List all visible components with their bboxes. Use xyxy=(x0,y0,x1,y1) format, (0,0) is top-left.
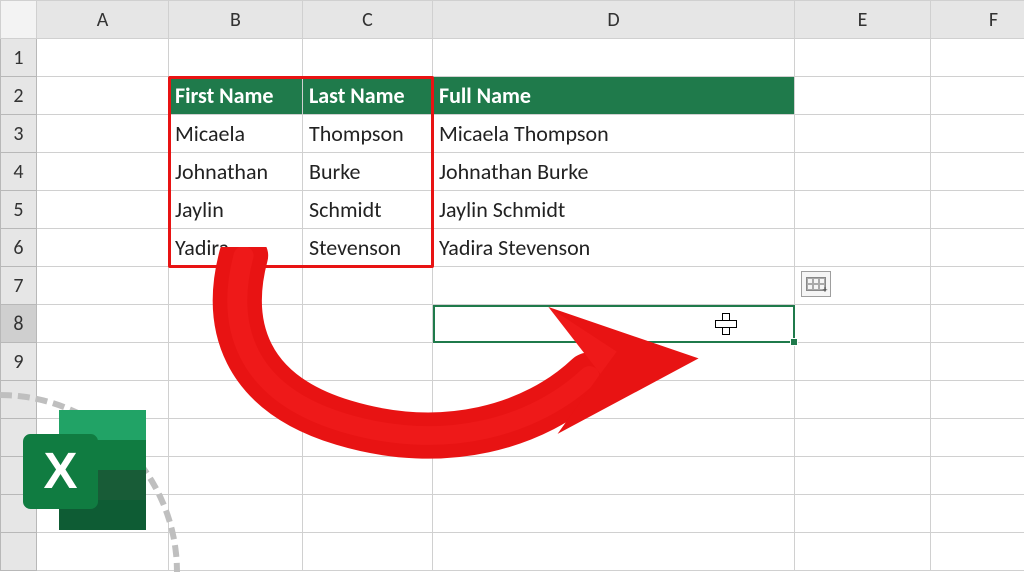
cell-E1[interactable] xyxy=(795,39,931,77)
cell-D1[interactable] xyxy=(433,39,795,77)
cell-A5[interactable] xyxy=(37,191,169,229)
cell-D5[interactable]: Jaylin Schmidt xyxy=(433,191,795,229)
cell-A2[interactable] xyxy=(37,77,169,115)
cell-E3[interactable] xyxy=(795,115,931,153)
cell-C6[interactable]: Stevenson xyxy=(303,229,433,267)
cell-C3[interactable]: Thompson xyxy=(303,115,433,153)
col-header-E[interactable]: E xyxy=(795,1,931,39)
row-header-9[interactable]: 9 xyxy=(1,343,37,381)
cell-F2[interactable] xyxy=(931,77,1024,115)
cell-C1[interactable] xyxy=(303,39,433,77)
cell-F3[interactable] xyxy=(931,115,1024,153)
col-header-C[interactable]: C xyxy=(303,1,433,39)
cell-D8[interactable] xyxy=(433,305,795,343)
row-header-8[interactable]: 8 xyxy=(1,305,37,343)
cell-A9[interactable] xyxy=(37,343,169,381)
cell-B4[interactable]: Johnathan xyxy=(169,153,303,191)
col-header-A[interactable]: A xyxy=(37,1,169,39)
cell-F6[interactable] xyxy=(931,229,1024,267)
cell-B3[interactable]: Micaela xyxy=(169,115,303,153)
cell-C8[interactable] xyxy=(303,305,433,343)
cell-D9[interactable] xyxy=(433,343,795,381)
cell-B5[interactable]: Jaylin xyxy=(169,191,303,229)
cell-E5[interactable] xyxy=(795,191,931,229)
row-header-4[interactable]: 4 xyxy=(1,153,37,191)
cell-B1[interactable] xyxy=(169,39,303,77)
cell-C7[interactable] xyxy=(303,267,433,305)
cell-A6[interactable] xyxy=(37,229,169,267)
spreadsheet[interactable]: A B C D E F 1 2 First Name xyxy=(0,0,1024,572)
row-header-1[interactable]: 1 xyxy=(1,39,37,77)
cell-A7[interactable] xyxy=(37,267,169,305)
cell-F9[interactable] xyxy=(931,343,1024,381)
row-header-7[interactable]: 7 xyxy=(1,267,37,305)
cell-D4[interactable]: Johnathan Burke xyxy=(433,153,795,191)
cell-A8[interactable] xyxy=(37,305,169,343)
cell-F8[interactable] xyxy=(931,305,1024,343)
svg-text:X: X xyxy=(43,442,77,499)
col-header-B[interactable]: B xyxy=(169,1,303,39)
cell-B7[interactable] xyxy=(169,267,303,305)
cell-A1[interactable] xyxy=(37,39,169,77)
cell-C5[interactable]: Schmidt xyxy=(303,191,433,229)
row-header-3[interactable]: 3 xyxy=(1,115,37,153)
cell-E2[interactable] xyxy=(795,77,931,115)
cell-B9[interactable] xyxy=(169,343,303,381)
col-header-D[interactable]: D xyxy=(433,1,795,39)
cell-C4[interactable]: Burke xyxy=(303,153,433,191)
cell-F5[interactable] xyxy=(931,191,1024,229)
cell-E6[interactable] xyxy=(795,229,931,267)
cell-A4[interactable] xyxy=(37,153,169,191)
cell-E8[interactable] xyxy=(795,305,931,343)
cell-C2[interactable]: Last Name xyxy=(303,77,433,115)
cell-B8[interactable] xyxy=(169,305,303,343)
autofill-options-button[interactable]: + xyxy=(801,271,831,297)
row-header-5[interactable]: 5 xyxy=(1,191,37,229)
cell-F7[interactable] xyxy=(931,267,1024,305)
cell-B2[interactable]: First Name xyxy=(169,77,303,115)
cell-F4[interactable] xyxy=(931,153,1024,191)
cell-E4[interactable] xyxy=(795,153,931,191)
cell-E9[interactable] xyxy=(795,343,931,381)
cell-D3[interactable]: Micaela Thompson xyxy=(433,115,795,153)
cell-C9[interactable] xyxy=(303,343,433,381)
cell-D2[interactable]: Full Name xyxy=(433,77,795,115)
col-header-F[interactable]: F xyxy=(931,1,1024,39)
excel-logo-icon: X xyxy=(14,398,164,548)
select-all-corner[interactable] xyxy=(1,1,37,39)
cell-D6[interactable]: Yadira Stevenson xyxy=(433,229,795,267)
cell-D7[interactable] xyxy=(433,267,795,305)
cell-A3[interactable] xyxy=(37,115,169,153)
row-header-2[interactable]: 2 xyxy=(1,77,37,115)
cell-B6[interactable]: Yadira xyxy=(169,229,303,267)
cell-F1[interactable] xyxy=(931,39,1024,77)
row-header-6[interactable]: 6 xyxy=(1,229,37,267)
fill-handle[interactable] xyxy=(790,338,798,346)
